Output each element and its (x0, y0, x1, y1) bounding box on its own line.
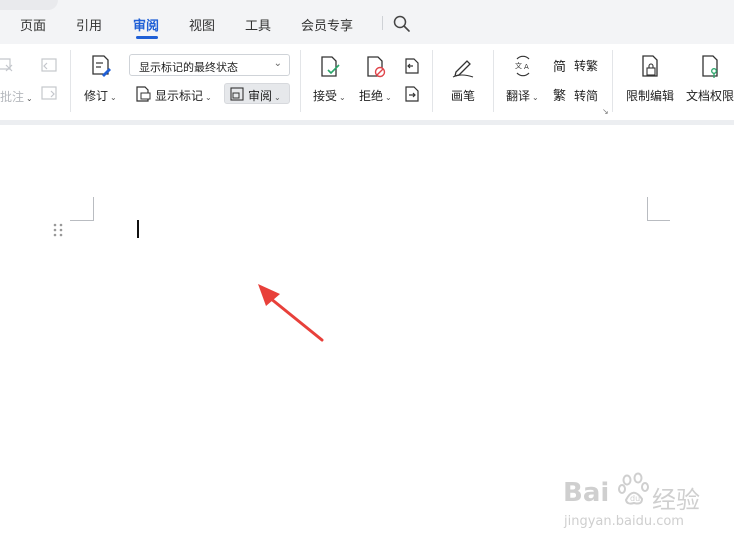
watermark-brand: Bai (563, 478, 610, 508)
tab-divider (382, 16, 383, 30)
text-cursor (137, 220, 139, 238)
tab-member[interactable]: 会员专享 (301, 15, 353, 34)
markup-state-value: 显示标记的最终状态 (139, 61, 238, 74)
revise-button[interactable]: 修订 ⌄ (84, 87, 117, 104)
baidu-watermark: Bai du 经验 jingyan.baidu.com (560, 468, 730, 538)
review-pane-icon (230, 87, 244, 101)
previous-change-icon[interactable] (403, 57, 421, 75)
reject-change-icon[interactable] (365, 55, 387, 79)
restrict-editing-button[interactable]: 限制编辑 (626, 87, 674, 104)
ribbon-divider (612, 50, 613, 112)
tab-bar-corner (0, 0, 58, 10)
svg-text:文: 文 (515, 61, 522, 70)
prev-comment-icon[interactable] (40, 57, 58, 73)
tab-review[interactable]: 审阅 (133, 15, 159, 34)
pen-icon[interactable] (451, 56, 475, 78)
search-icon[interactable] (392, 14, 412, 34)
chevron-down-icon: ⌄ (273, 58, 282, 69)
show-markup-icon (136, 86, 151, 102)
review-pane-button[interactable]: 审阅 ⌄ (224, 83, 290, 104)
ribbon-divider (493, 50, 494, 112)
translate-icon[interactable]: 文 A (512, 55, 534, 77)
tab-reference[interactable]: 引用 (76, 15, 102, 34)
dialog-launcher-icon[interactable]: ↘ (602, 107, 609, 116)
translate-button[interactable]: 翻译 ⌄ (506, 87, 539, 104)
annotation-arrow (258, 284, 324, 342)
reject-button[interactable]: 拒绝 ⌄ (359, 87, 392, 104)
comment-button[interactable]: 批注 ⌄ (0, 88, 33, 105)
svg-text:A: A (524, 63, 529, 71)
show-markup-button[interactable]: 显示标记 ⌄ (155, 87, 212, 104)
ribbon-divider (300, 50, 301, 112)
to-simplified-button[interactable]: 转简 (574, 87, 598, 104)
restrict-editing-icon[interactable] (640, 54, 662, 80)
ribbon-divider (70, 50, 71, 112)
track-changes-icon[interactable] (90, 54, 112, 78)
tab-page[interactable]: 页面 (20, 15, 46, 34)
document-permission-button[interactable]: 文档权限 (686, 87, 734, 104)
page-corner-top-left (70, 197, 94, 221)
accept-change-icon[interactable] (319, 55, 341, 79)
delete-comment-icon[interactable] (0, 56, 16, 74)
watermark-suffix: 经验 (652, 486, 700, 514)
pen-button[interactable]: 画笔 (451, 87, 475, 104)
accept-button[interactable]: 接受 ⌄ (313, 87, 346, 104)
to-traditional-button[interactable]: 转繁 (574, 57, 598, 74)
review-ribbon: 批注 ⌄ 修订 ⌄ 显示标记的最终状态 ⌄ 显示标记 ⌄ 审阅 ⌄ 接受 ⌄ 拒… (0, 44, 734, 121)
next-comment-icon[interactable] (40, 85, 58, 101)
document-permission-icon[interactable] (700, 54, 722, 80)
markup-state-select[interactable]: 显示标记的最终状态 ⌄ (129, 54, 290, 76)
paw-logo-icon: du (618, 472, 649, 505)
tab-tools[interactable]: 工具 (245, 15, 271, 34)
ribbon-divider (432, 50, 433, 112)
svg-text:du: du (630, 494, 640, 503)
page-corner-top-right (647, 197, 670, 221)
simplified-chinese-icon: 繁 (553, 89, 567, 104)
active-tab-indicator (136, 36, 158, 39)
traditional-chinese-icon: 简 (553, 60, 567, 75)
review-pane-label: 审阅 ⌄ (248, 89, 281, 103)
next-change-icon[interactable] (403, 85, 421, 103)
ribbon-tab-bar: 页面 引用 审阅 视图 工具 会员专享 (0, 0, 734, 44)
watermark-url: jingyan.baidu.com (564, 514, 684, 529)
drag-handle-icon[interactable] (53, 223, 63, 237)
tab-view[interactable]: 视图 (189, 15, 215, 34)
